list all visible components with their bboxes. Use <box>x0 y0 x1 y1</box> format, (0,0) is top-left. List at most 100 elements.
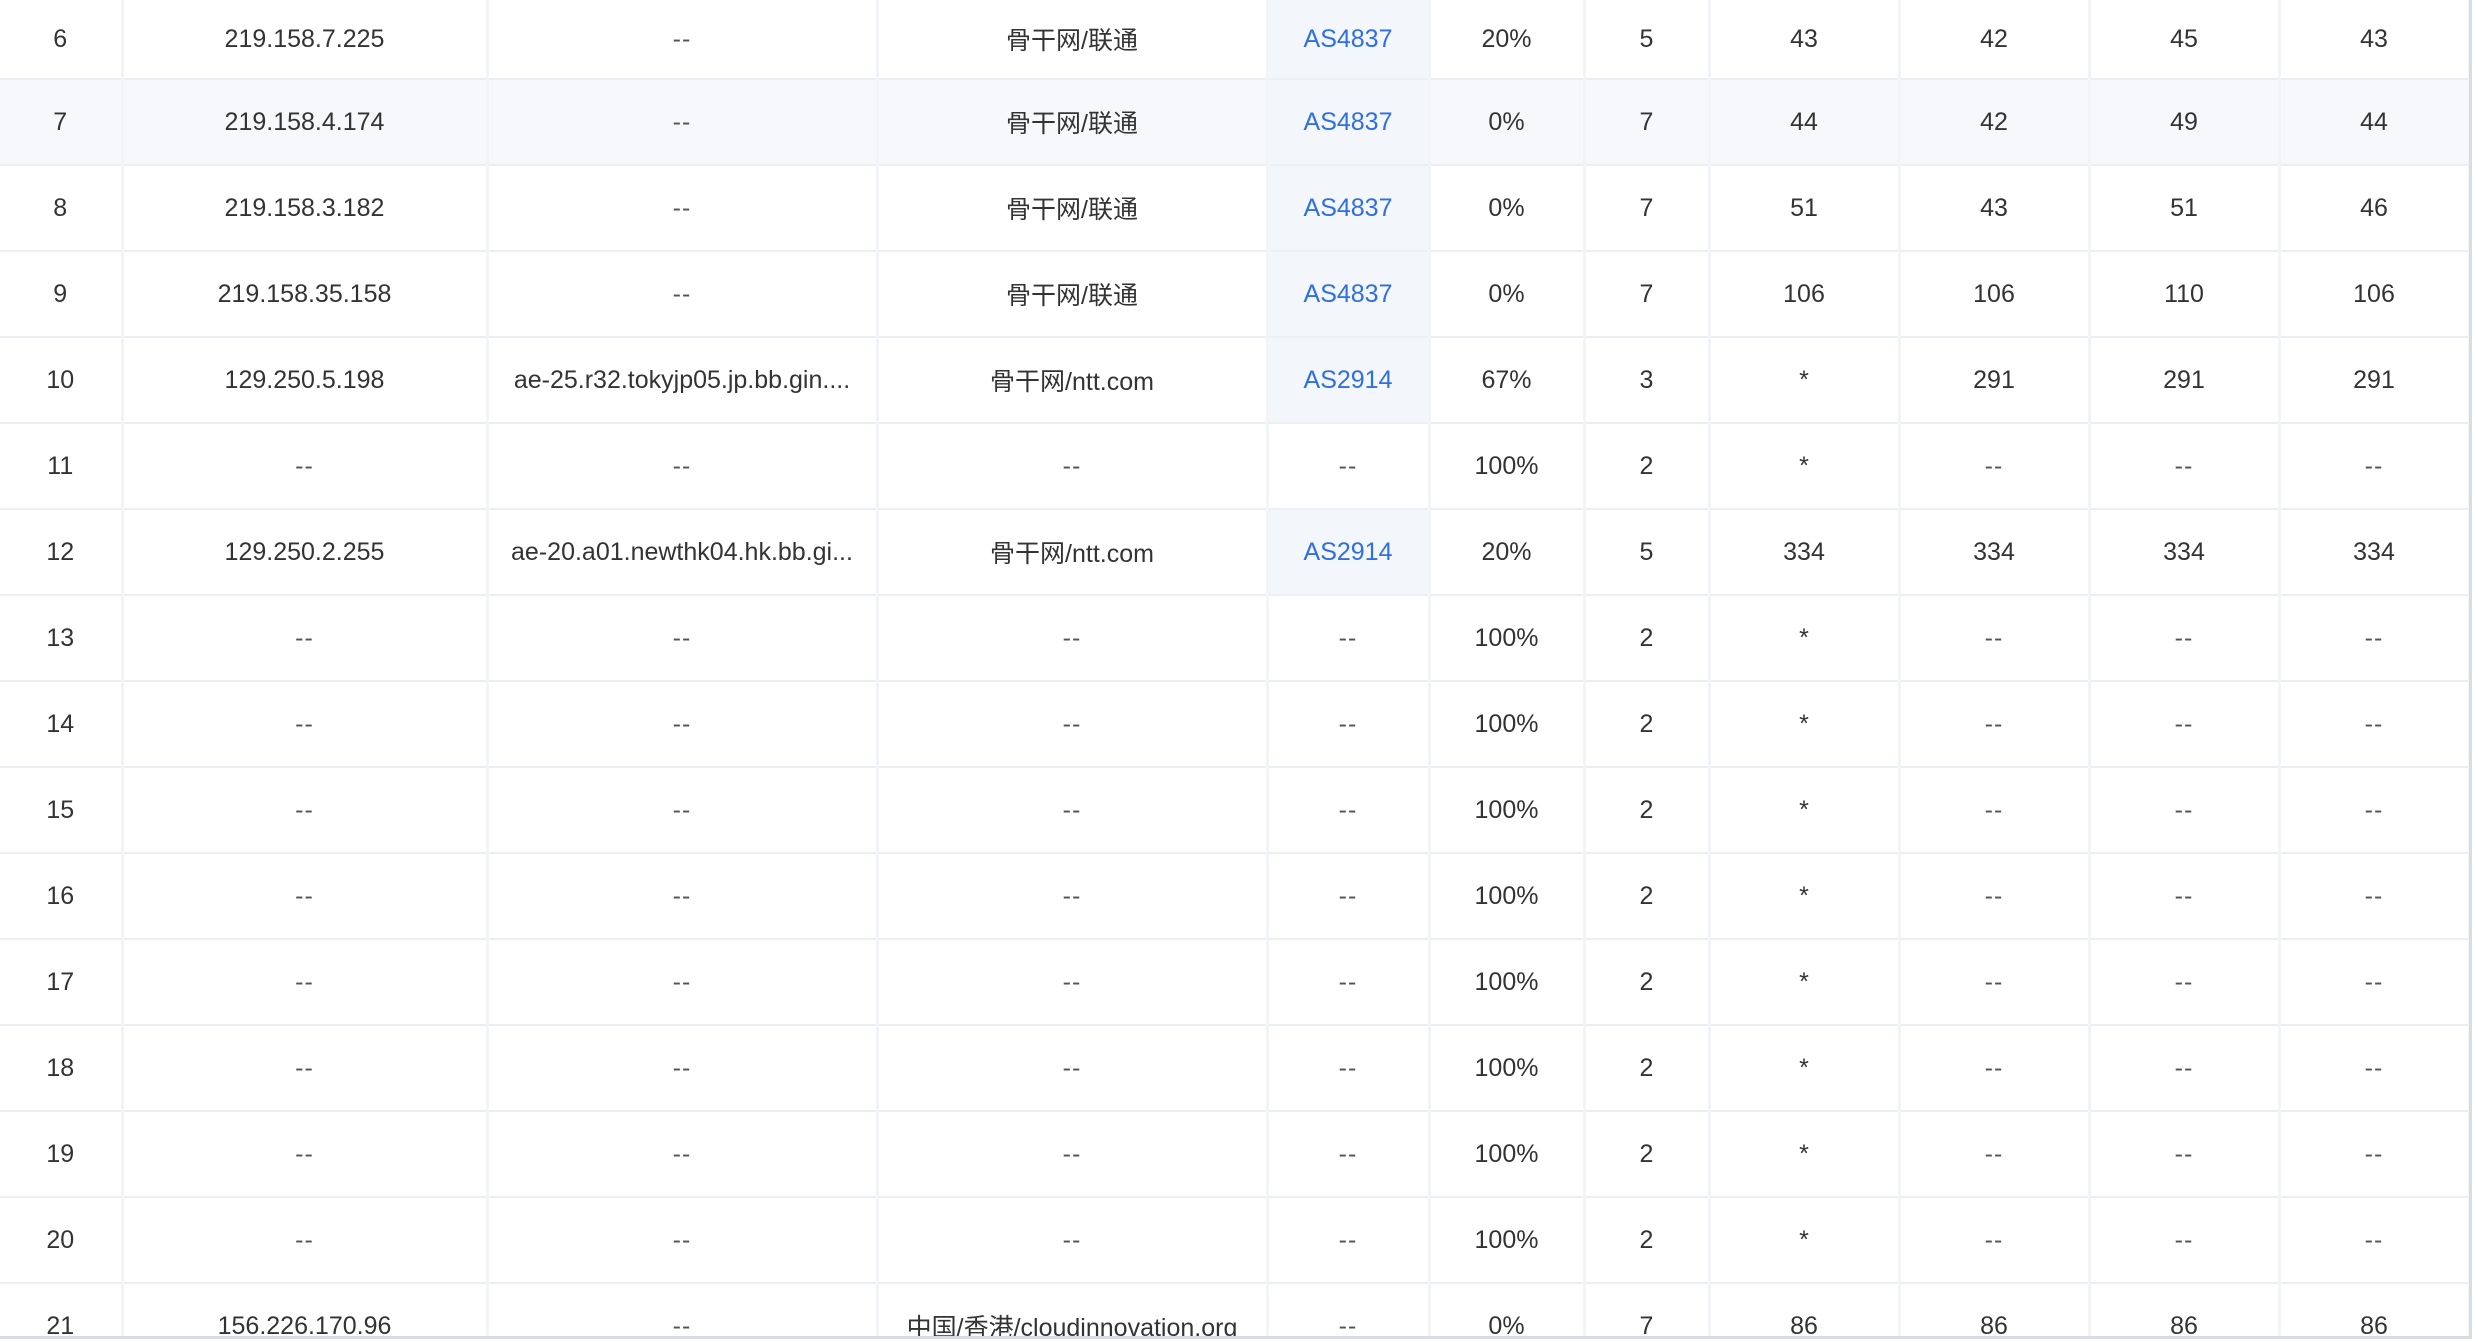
location-cell: 骨干网/ntt.com <box>877 337 1269 424</box>
ip-value: 219.158.35.158 <box>217 279 392 308</box>
last-value: * <box>1799 1139 1809 1168</box>
location-value: 骨干网/联通 <box>1006 27 1138 55</box>
avg-value: -- <box>2364 451 2384 480</box>
table-row[interactable]: 17 -- -- -- -- 100% 2 * -- -- -- <box>0 939 2469 1026</box>
best-cell: -- <box>1899 681 2091 768</box>
hostname-value: -- <box>672 1053 692 1082</box>
asn-link[interactable]: AS2914 <box>1304 366 1393 394</box>
last-value: * <box>1799 451 1809 480</box>
table-row[interactable]: 9 219.158.35.158 -- 骨干网/联通 AS4837 0% 7 106 106 11… <box>0 251 2469 338</box>
hop-cell: 19 <box>0 1111 124 1198</box>
table-row[interactable]: 12 129.250.2.255 ae-20.a01.newthk04.hk.bb.… <box>0 509 2469 596</box>
worst-value: -- <box>2174 1053 2194 1082</box>
sent-cell: 2 <box>1584 853 1711 940</box>
location-cell: -- <box>877 939 1269 1026</box>
best-cell: -- <box>1899 767 2091 854</box>
last-value: * <box>1799 967 1809 996</box>
hostname-cell: -- <box>487 853 879 940</box>
ip-cell: -- <box>122 595 489 682</box>
hostname-cell: -- <box>487 423 879 510</box>
sent-value: 2 <box>1639 881 1654 910</box>
table-row[interactable]: 7 219.158.4.174 -- 骨干网/联通 AS4837 0% 7 44 42 49 44 <box>0 79 2469 166</box>
worst-value: 49 <box>2170 107 2198 136</box>
table-row[interactable]: 16 -- -- -- -- 100% 2 * -- -- -- <box>0 853 2469 940</box>
best-value: 291 <box>1973 365 2015 394</box>
sent-cell: 7 <box>1584 165 1711 252</box>
table-row[interactable]: 21 156.226.170.96 -- 中国/香港/cloudinnovation.… <box>0 1283 2469 1339</box>
best-value: -- <box>1984 1225 2004 1254</box>
asn-empty: -- <box>1338 967 1358 996</box>
worst-cell: -- <box>2089 1025 2281 1112</box>
asn-link[interactable]: AS4837 <box>1304 25 1393 53</box>
table-row[interactable]: 8 219.158.3.182 -- 骨干网/联通 AS4837 0% 7 51 43 51 46 <box>0 165 2469 252</box>
hop-cell: 6 <box>0 0 124 80</box>
location-value: 骨干网/联通 <box>1006 282 1138 310</box>
loss-value: 100% <box>1474 709 1539 738</box>
best-value: -- <box>1984 795 2004 824</box>
ip-value: -- <box>295 623 314 652</box>
best-value: 106 <box>1973 279 2015 308</box>
loss-cell: 100% <box>1429 1111 1586 1198</box>
last-cell: 43 <box>1709 0 1901 80</box>
asn-empty: -- <box>1338 623 1358 652</box>
best-cell: -- <box>1899 595 2091 682</box>
asn-cell: -- <box>1267 853 1431 940</box>
sent-value: 7 <box>1639 107 1654 136</box>
table-row[interactable]: 20 -- -- -- -- 100% 2 * -- -- -- <box>0 1197 2469 1284</box>
asn-cell: AS4837 <box>1267 251 1431 338</box>
last-cell: * <box>1709 853 1901 940</box>
last-value: 51 <box>1790 193 1818 222</box>
asn-link[interactable]: AS4837 <box>1304 280 1393 308</box>
table-row[interactable]: 11 -- -- -- -- 100% 2 * -- -- -- <box>0 423 2469 510</box>
best-value: -- <box>1984 451 2004 480</box>
best-value: -- <box>1984 1139 2004 1168</box>
sent-value: 7 <box>1639 193 1654 222</box>
best-cell: -- <box>1899 1197 2091 1284</box>
worst-cell: -- <box>2089 423 2281 510</box>
traceroute-table-body: 6 219.158.7.225 -- 骨干网/联通 AS4837 20% 5 43 42 45 43… <box>0 0 2469 1339</box>
last-value: * <box>1799 881 1809 910</box>
loss-cell: 100% <box>1429 1197 1586 1284</box>
table-row[interactable]: 14 -- -- -- -- 100% 2 * -- -- -- <box>0 681 2469 768</box>
avg-value: -- <box>2364 709 2384 738</box>
worst-cell: -- <box>2089 939 2281 1026</box>
sent-cell: 2 <box>1584 595 1711 682</box>
avg-value: 46 <box>2360 193 2388 222</box>
location-cell: 骨干网/ntt.com <box>877 509 1269 596</box>
table-row[interactable]: 13 -- -- -- -- 100% 2 * -- -- -- <box>0 595 2469 682</box>
avg-value: 44 <box>2360 107 2388 136</box>
table-row[interactable]: 6 219.158.7.225 -- 骨干网/联通 AS4837 20% 5 43 42 45 43 <box>0 0 2469 80</box>
best-value: -- <box>1984 709 2004 738</box>
ip-value: -- <box>295 709 314 738</box>
ip-cell: 219.158.7.225 <box>122 0 489 80</box>
hostname-value: -- <box>672 107 692 136</box>
hostname-cell: -- <box>487 0 879 80</box>
table-row[interactable]: 10 129.250.5.198 ae-25.r32.tokyjp05.jp.bb.… <box>0 337 2469 424</box>
avg-value: 291 <box>2353 365 2395 394</box>
asn-link[interactable]: AS2914 <box>1304 538 1393 566</box>
location-cell: 中国/香港/cloudinnovation.org <box>877 1283 1269 1336</box>
asn-cell: -- <box>1267 1197 1431 1284</box>
sent-cell: 5 <box>1584 509 1711 596</box>
hop-value: 14 <box>46 709 75 738</box>
best-value: 43 <box>1980 193 2008 222</box>
location-value: 骨干网/联通 <box>1006 196 1138 224</box>
sent-cell: 2 <box>1584 423 1711 510</box>
hop-value: 12 <box>46 537 75 566</box>
traceroute-table-container[interactable]: 6 219.158.7.225 -- 骨干网/联通 AS4837 20% 5 43 42 45 43… <box>0 0 2472 1339</box>
location-value: -- <box>1062 1139 1082 1168</box>
last-cell: 86 <box>1709 1283 1901 1336</box>
asn-link[interactable]: AS4837 <box>1304 108 1393 136</box>
last-cell: 106 <box>1709 251 1901 338</box>
table-row[interactable]: 19 -- -- -- -- 100% 2 * -- -- -- <box>0 1111 2469 1198</box>
avg-cell: -- <box>2279 939 2469 1026</box>
location-value: -- <box>1062 623 1082 652</box>
worst-cell: -- <box>2089 853 2281 940</box>
avg-value: 86 <box>2360 1311 2388 1339</box>
avg-cell: 43 <box>2279 0 2469 80</box>
asn-link[interactable]: AS4837 <box>1304 194 1393 222</box>
table-row[interactable]: 15 -- -- -- -- 100% 2 * -- -- -- <box>0 767 2469 854</box>
loss-value: 100% <box>1474 881 1539 910</box>
hop-value: 6 <box>53 24 68 53</box>
table-row[interactable]: 18 -- -- -- -- 100% 2 * -- -- -- <box>0 1025 2469 1112</box>
